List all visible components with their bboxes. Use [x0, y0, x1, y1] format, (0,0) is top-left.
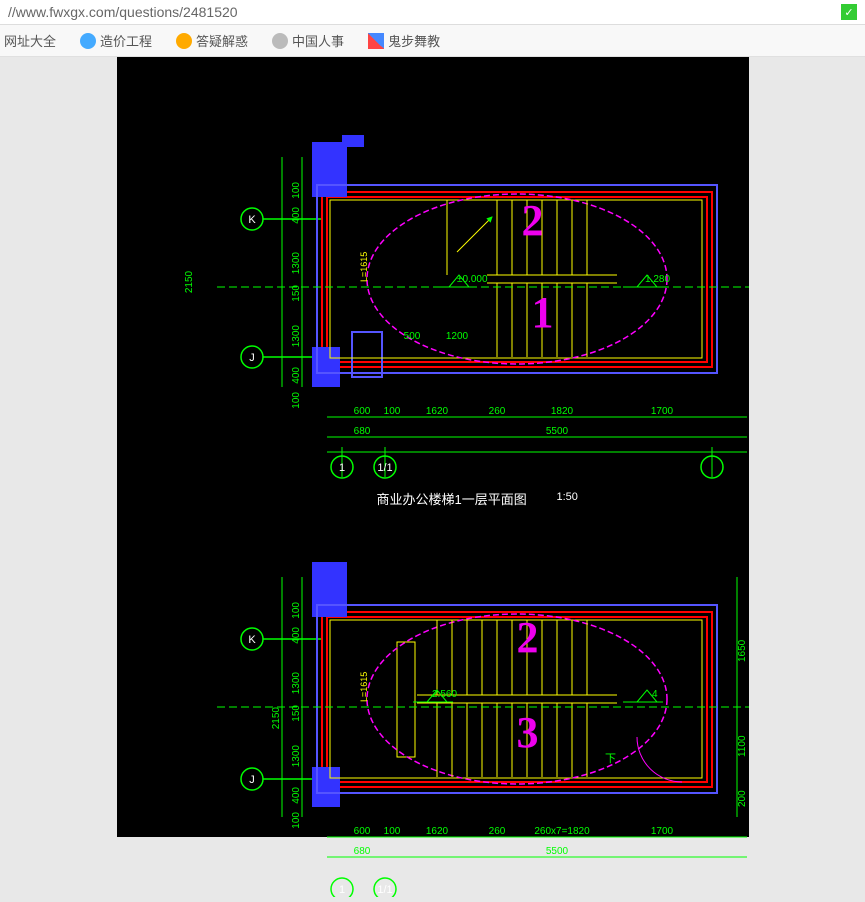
- svg-text:500: 500: [403, 331, 420, 342]
- annotation-2: 2: [522, 195, 544, 246]
- dance-icon: [368, 33, 384, 49]
- svg-text:1100: 1100: [737, 735, 748, 757]
- content-stage: K J 1 1/1 600 100 1620 260 1820 1700 680…: [0, 57, 865, 837]
- svg-text:1700: 1700: [650, 406, 673, 417]
- svg-text:100: 100: [383, 826, 400, 837]
- bookmarks-bar: 网址大全 造价工程 答疑解惑 中国人事 鬼步舞教: [0, 25, 865, 57]
- svg-text:100: 100: [291, 602, 302, 619]
- svg-text:L=1615: L=1615: [359, 672, 369, 702]
- svg-text:5500: 5500: [545, 426, 568, 437]
- secure-badge: ✓: [841, 4, 857, 20]
- svg-text:260: 260: [488, 406, 505, 417]
- svg-text:400: 400: [291, 367, 302, 384]
- svg-text:260x7=1820: 260x7=1820: [534, 826, 590, 837]
- svg-text:2150: 2150: [184, 270, 195, 293]
- svg-text:J: J: [249, 352, 255, 364]
- bookmark-item[interactable]: 答疑解惑: [172, 31, 252, 50]
- bookmark-item[interactable]: 网址大全: [0, 31, 60, 50]
- svg-text:1620: 1620: [425, 826, 448, 837]
- svg-text:1820: 1820: [550, 406, 573, 417]
- svg-text:400: 400: [291, 627, 302, 644]
- svg-text:L=1615: L=1615: [359, 252, 369, 282]
- svg-text:5500: 5500: [545, 846, 568, 857]
- qa-icon: [176, 33, 192, 49]
- svg-text:±0.000: ±0.000: [457, 274, 488, 285]
- svg-text:1.280: 1.280: [645, 274, 670, 285]
- bookmark-item[interactable]: 造价工程: [76, 31, 156, 50]
- drawing-title: 商业办公楼梯1一层平面图: [377, 489, 527, 508]
- svg-text:400: 400: [291, 207, 302, 224]
- svg-text:150: 150: [291, 285, 302, 302]
- svg-text:2150: 2150: [271, 707, 282, 730]
- svg-text:680: 680: [353, 846, 370, 857]
- globe-icon: [80, 33, 96, 49]
- address-bar: ✓: [0, 0, 865, 25]
- doc-icon: [272, 33, 288, 49]
- cad-drawing[interactable]: K J 1 1/1 600 100 1620 260 1820 1700 680…: [117, 57, 749, 837]
- svg-text:4: 4: [652, 689, 658, 700]
- floor-plan-2: K J 1 1/1 2.560 4 600 100 1620 260 260x7…: [117, 517, 749, 897]
- svg-text:100: 100: [291, 182, 302, 199]
- svg-text:200: 200: [737, 790, 748, 807]
- svg-text:600: 600: [353, 406, 370, 417]
- drawing-scale: 1:50: [557, 491, 578, 503]
- svg-text:100: 100: [383, 406, 400, 417]
- svg-text:680: 680: [353, 426, 370, 437]
- svg-text:下: 下: [605, 753, 616, 765]
- svg-text:1: 1: [338, 884, 344, 896]
- bookmark-item[interactable]: 中国人事: [268, 31, 348, 50]
- annotation-1: 1: [532, 287, 554, 338]
- svg-text:1/1: 1/1: [377, 884, 392, 896]
- svg-text:1300: 1300: [291, 252, 302, 275]
- svg-text:1300: 1300: [291, 325, 302, 348]
- svg-text:J: J: [249, 774, 255, 786]
- url-input[interactable]: [8, 4, 788, 20]
- svg-text:150: 150: [291, 705, 302, 722]
- svg-text:1: 1: [338, 462, 344, 474]
- svg-text:1650: 1650: [737, 639, 748, 662]
- svg-text:K: K: [248, 634, 256, 646]
- floor-plan-1: K J 1 1/1 600 100 1620 260 1820 1700 680…: [117, 57, 749, 497]
- svg-text:100: 100: [291, 812, 302, 829]
- svg-text:1/1: 1/1: [377, 462, 392, 474]
- bookmark-item[interactable]: 鬼步舞教: [364, 31, 444, 50]
- svg-text:1300: 1300: [291, 672, 302, 695]
- svg-text:600: 600: [353, 826, 370, 837]
- svg-text:1620: 1620: [425, 406, 448, 417]
- svg-text:1700: 1700: [650, 826, 673, 837]
- svg-text:100: 100: [291, 392, 302, 409]
- svg-text:2.560: 2.560: [432, 689, 457, 700]
- annotation-3: 3: [517, 707, 539, 758]
- annotation-2b: 2: [517, 612, 539, 663]
- svg-text:400: 400: [291, 787, 302, 804]
- svg-text:K: K: [248, 214, 256, 226]
- svg-text:260: 260: [488, 826, 505, 837]
- svg-text:1200: 1200: [445, 331, 468, 342]
- svg-text:1300: 1300: [291, 745, 302, 768]
